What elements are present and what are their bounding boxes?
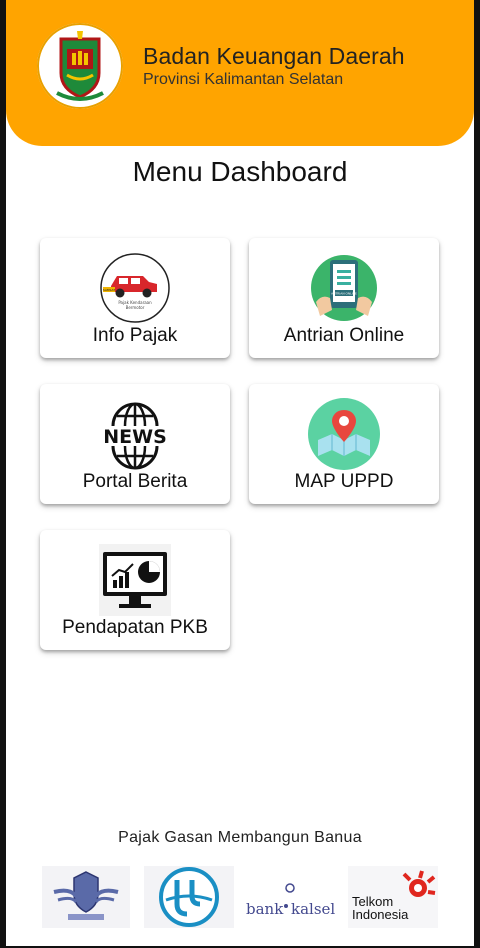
svg-text:Bermotor: Bermotor [126,305,145,310]
header-subtitle: Provinsi Kalimantan Selatan [143,71,344,88]
menu-card-info-pajak[interactable]: SAMSAT Pajak Kendaraan Bermotor Info Paj… [40,238,230,358]
province-emblem-logo [37,23,123,109]
svg-text:ANTRIAN ONLINE: ANTRIAN ONLINE [331,292,357,296]
footer-tagline: Pajak Gasan Membangun Banua [118,829,362,846]
bank-kalsel-logo: bank kalsel [244,866,339,928]
menu-card-portal-berita[interactable]: NEWS Portal Berita [40,384,230,504]
svg-text:SAMSAT: SAMSAT [103,288,115,292]
menu-card-antrian-online[interactable]: ANTRIAN ONLINE Antrian Online [249,238,439,358]
app-header: Badan Keuangan Daerah Provinsi Kalimanta… [6,0,474,146]
map-pin-icon [308,398,380,470]
bank-kalsel-text-right: kalsel [291,900,336,918]
menu-card-pendapatan-pkb[interactable]: Pendapatan PKB [40,530,230,650]
telkom-indonesia-logo: Telkom Indonesia [348,866,438,928]
menu-card-map-uppd[interactable]: MAP UPPD [249,384,439,504]
telkom-text-line2: Indonesia [352,907,409,922]
news-globe-icon: NEWS [103,402,167,470]
header-title: Badan Keuangan Daerah [143,43,405,69]
menu-card-label: MAP UPPD [294,471,394,492]
svg-text:NEWS: NEWS [103,426,167,448]
menu-card-label: Info Pajak [92,325,178,346]
tablet-queue-icon: ANTRIAN ONLINE [311,255,377,321]
menu-card-label: Antrian Online [283,325,405,346]
menu-card-label: Portal Berita [82,471,188,492]
monitor-chart-icon [99,544,171,616]
bank-kalsel-text-left: bank [246,900,284,918]
menu-card-label: Pendapatan PKB [62,617,208,638]
car-tax-icon: SAMSAT Pajak Kendaraan Bermotor [100,253,170,323]
police-emblem-logo [42,866,130,928]
jasa-raharja-logo [144,866,234,928]
page-title: Menu Dashboard [132,156,348,187]
